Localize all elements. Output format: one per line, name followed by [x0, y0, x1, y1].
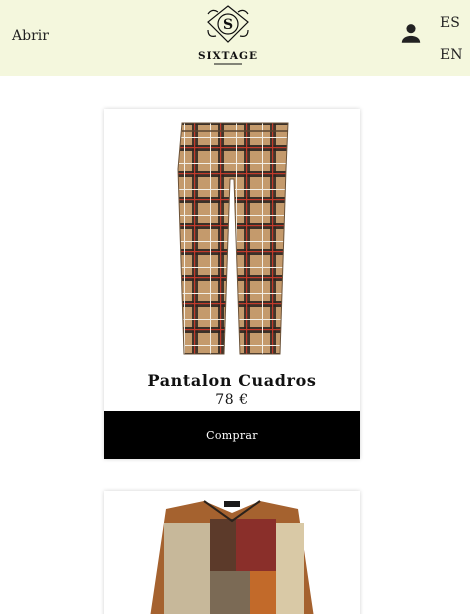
user-account-icon[interactable]	[397, 20, 425, 46]
svg-text:SIXTAGE: SIXTAGE	[198, 50, 258, 62]
buy-button[interactable]: Comprar	[104, 411, 360, 459]
top-header: Abrir S SIXTAGE ES EN	[0, 0, 470, 76]
product-image-patchwork-jacket[interactable]	[104, 491, 360, 614]
product-name[interactable]: Pantalon Cuadros	[104, 371, 360, 390]
menu-open-button[interactable]: Abrir	[12, 28, 49, 44]
product-price: 78 €	[215, 392, 249, 408]
product-image-plaid-trousers[interactable]	[104, 109, 360, 364]
sixtage-logo[interactable]: S SIXTAGE	[196, 2, 260, 70]
language-en-link[interactable]: EN	[440, 47, 462, 63]
language-es-link[interactable]: ES	[440, 15, 460, 31]
svg-text:S: S	[223, 17, 233, 33]
product-card	[104, 491, 360, 614]
product-card: Pantalon Cuadros 78 € Comprar	[104, 109, 360, 459]
